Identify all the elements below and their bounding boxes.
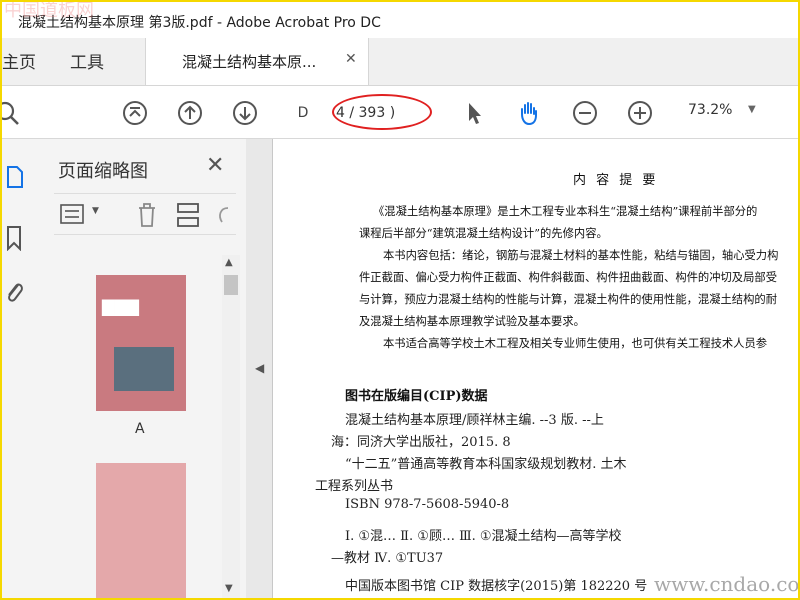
zoom-out-icon[interactable] [572,100,598,126]
previous-page-icon[interactable] [177,100,203,126]
cip-line: ISBN 978-7-5608-5940-8 [345,497,510,512]
cover-title-art: ▇▇▇ [102,297,139,316]
search-icon[interactable] [0,100,20,126]
attachment-icon[interactable] [4,279,24,305]
delete-page-icon[interactable] [136,202,158,228]
window-frame: 混凝土结构基本原理 第3版.pdf - Adobe Acrobat Pro DC… [0,0,800,600]
rotate-page-icon[interactable] [214,202,234,228]
panel-title: 页面缩略图 [58,161,148,182]
cip-line: “十二五”普通高等教育本科国家级规划教材. 土木 [345,457,627,472]
tab-bar: 主页 工具 混凝土结构基本原... ✕ [2,38,798,86]
cip-line: —教材 Ⅳ. ①TU37 [331,551,444,566]
cip-title: 图书在版编目(CIP)数据 [345,389,488,404]
options-dropdown-icon[interactable]: ▼ [92,206,99,216]
cip-line: 海：同济大学出版社，2015. 8 [331,435,511,450]
first-page-icon[interactable] [122,100,148,126]
scroll-thumb[interactable] [224,275,238,295]
scroll-up-icon[interactable]: ▲ [225,257,233,268]
page-thumbnail[interactable] [96,463,186,598]
next-page-icon[interactable] [232,100,258,126]
tab-home[interactable]: 主页 [2,48,36,73]
page-thumbnails-panel: 页面缩略图 ✕ ▼ ▇▇▇ A ▲ ▼ [40,139,247,598]
cip-line: 工程系列丛书 [315,479,394,494]
select-cursor-icon[interactable] [462,100,488,126]
zoom-level[interactable]: 73.2% [688,102,732,118]
summary-line: 课程后半部分“建筑混凝土结构设计”的先修内容。 [359,227,608,240]
red-annotation-ellipse [332,94,432,130]
summary-line: 本书适合高等学校土木工程及相关专业师生使用，也可供有关工程技术人员参 [383,337,768,350]
summary-line: 《混凝土结构基本原理》是土木工程专业本科生“混凝土结构”课程前半部分的 [373,205,758,218]
panel-divider[interactable]: ◀ [246,139,272,598]
thumbnail-scrollbar[interactable]: ▲ ▼ [222,255,240,598]
document-page: 内 容 提 要 《混凝土结构基本原理》是土木工程专业本科生“混凝土结构”课程前半… [272,139,798,598]
summary-line: 及混凝土结构基本原理教学试验及基本要求。 [359,315,585,328]
zoom-dropdown-icon[interactable]: ▼ [748,104,756,115]
close-panel-icon[interactable]: ✕ [206,153,224,178]
cip-line: 混凝土结构基本原理/顾祥林主编. --3 版. --上 [345,413,604,428]
thumbnail-toolbar: ▼ [54,193,236,235]
summary-line: 件正截面、偏心受力构件正截面、构件斜截面、构件扭曲截面、构件的冲切及局部受 [359,271,777,284]
title-bar: 混凝土结构基本原理 第3版.pdf - Adobe Acrobat Pro DC [2,2,798,38]
toolbar: D 4 / 393 ) 73.2% ▼ [2,86,798,139]
zoom-in-icon[interactable] [627,100,653,126]
summary-line: 与计算，预应力混凝土结构的性能与计算，混凝土构件的使用性能，混凝土结构的耐 [359,293,777,306]
watermark-top-left: 中国道板网 [4,0,94,21]
collapse-panel-icon[interactable]: ◀ [255,361,264,375]
scroll-down-icon[interactable]: ▼ [225,583,233,594]
options-menu-icon[interactable] [60,204,84,224]
tab-document-label: 混凝土结构基本原... [182,53,317,71]
page-thumbnails-icon[interactable] [6,165,24,189]
close-tab-icon[interactable]: ✕ [345,51,357,67]
hand-tool-icon[interactable] [516,100,542,126]
cover-photo [114,347,174,391]
thumbnail-label: A [135,421,145,437]
tab-tools[interactable]: 工具 [70,48,104,73]
doc-heading: 内 容 提 要 [573,173,659,188]
summary-line: 本书内容包括：绪论，钢筋与混凝土材料的基本性能，粘结与锚固，轴心受力构 [383,249,779,262]
tab-document[interactable]: 混凝土结构基本原... ✕ [145,38,369,85]
page-number-field[interactable]: D [288,102,318,124]
insert-page-icon[interactable] [176,202,200,228]
cip-line: Ⅰ. ①混… Ⅱ. ①顾… Ⅲ. ①混凝土结构—高等学校 [345,529,622,544]
cip-line: 中国版本图书馆 CIP 数据核字(2015)第 182220 号 [345,579,648,594]
bookmark-icon[interactable] [6,225,22,251]
page-thumbnail[interactable]: ▇▇▇ [96,275,186,411]
watermark-bottom-right: www.cndao.com [654,572,800,596]
navigation-rail [2,139,41,598]
